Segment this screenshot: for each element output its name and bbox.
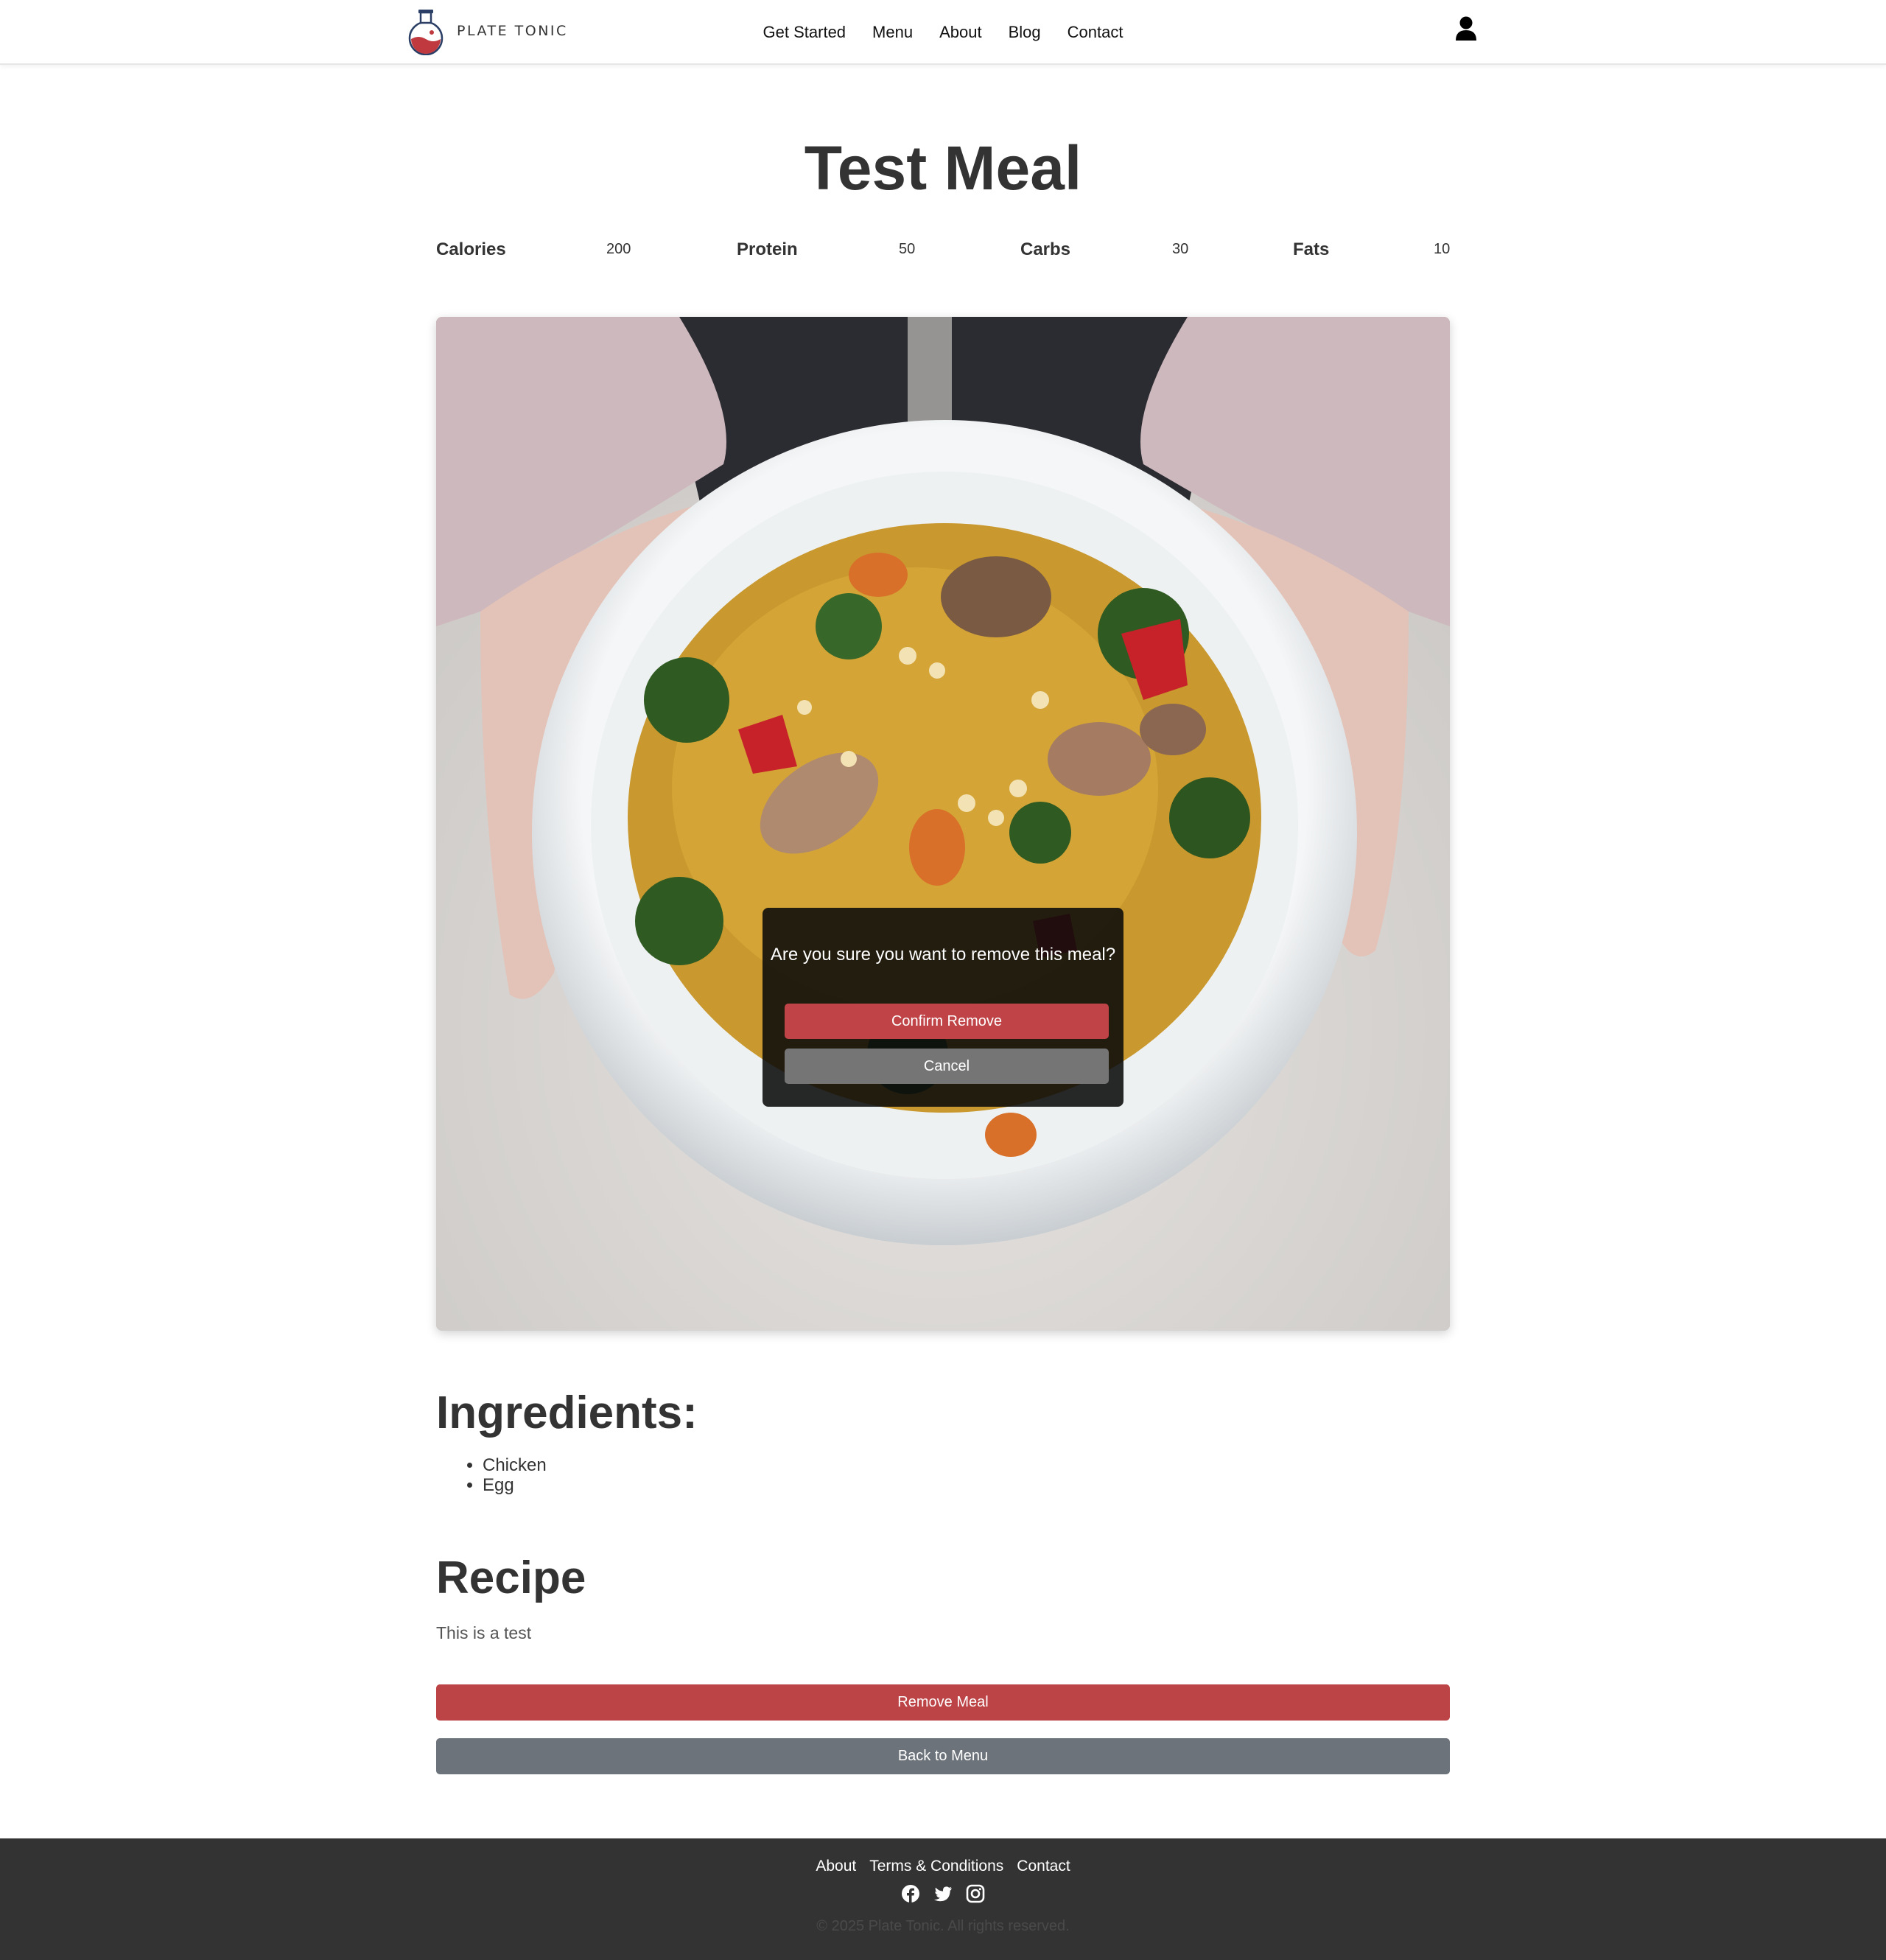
meal-title: Test Meal (804, 133, 1082, 203)
macro-carbs-label: Carbs (1020, 239, 1071, 259)
footer-contact-link[interactable]: Contact (1017, 1858, 1070, 1875)
footer: About Terms & Conditions Contact © 2025 … (0, 1838, 1886, 1960)
nav-menu[interactable]: Menu (872, 23, 913, 42)
macro-calories-value: 200 (606, 241, 631, 257)
macro-calories-label: Calories (436, 239, 506, 259)
footer-links: About Terms & Conditions Contact (0, 1858, 1886, 1875)
confirm-remove-button[interactable]: Confirm Remove (785, 1004, 1109, 1039)
brand-home-link[interactable]: PLATE TONIC (407, 6, 568, 56)
nav-get-started[interactable]: Get Started (763, 23, 846, 42)
facebook-icon[interactable] (901, 1884, 920, 1903)
meal-image (436, 317, 1450, 1331)
footer-terms-link[interactable]: Terms & Conditions (869, 1858, 1003, 1875)
meal-photo (436, 317, 1450, 1331)
flask-logo-icon (408, 10, 444, 55)
macro-protein-label: Protein (737, 239, 798, 259)
back-to-menu-button[interactable]: Back to Menu (436, 1738, 1450, 1774)
cancel-button[interactable]: Cancel (785, 1049, 1109, 1084)
recipe-heading: Recipe (436, 1553, 586, 1603)
user-icon[interactable] (1455, 16, 1477, 41)
footer-about-link[interactable]: About (816, 1858, 856, 1875)
navbar: PLATE TONIC Get Started Menu About Blog … (0, 0, 1886, 65)
macro-fats-value: 10 (1434, 241, 1451, 257)
social-links (0, 1884, 1886, 1903)
remove-meal-button[interactable]: Remove Meal (436, 1684, 1450, 1721)
modal-message: Are you sure you want to remove this mea… (770, 945, 1116, 965)
nav-about[interactable]: About (939, 23, 982, 42)
copyright-text: © 2025 Plate Tonic. All rights reserved. (816, 1918, 1070, 1934)
main-nav: Get Started Menu About Blog Contact (0, 0, 1886, 65)
ingredient-item: Egg (483, 1475, 547, 1495)
ingredients-list: Chicken Egg (483, 1455, 547, 1495)
macro-protein-value: 50 (899, 241, 916, 257)
nav-contact[interactable]: Contact (1068, 23, 1123, 42)
ingredient-item: Chicken (483, 1455, 547, 1475)
brand-name: PLATE TONIC (457, 23, 568, 39)
macro-carbs-value: 30 (1172, 241, 1189, 257)
nav-blog[interactable]: Blog (1009, 23, 1041, 42)
instagram-icon[interactable] (966, 1884, 985, 1903)
ingredients-heading: Ingredients: (436, 1387, 698, 1438)
macro-fats-label: Fats (1293, 239, 1330, 259)
remove-confirm-modal: Are you sure you want to remove this mea… (763, 908, 1123, 1107)
recipe-text: This is a test (436, 1623, 532, 1642)
twitter-icon[interactable] (933, 1884, 953, 1903)
